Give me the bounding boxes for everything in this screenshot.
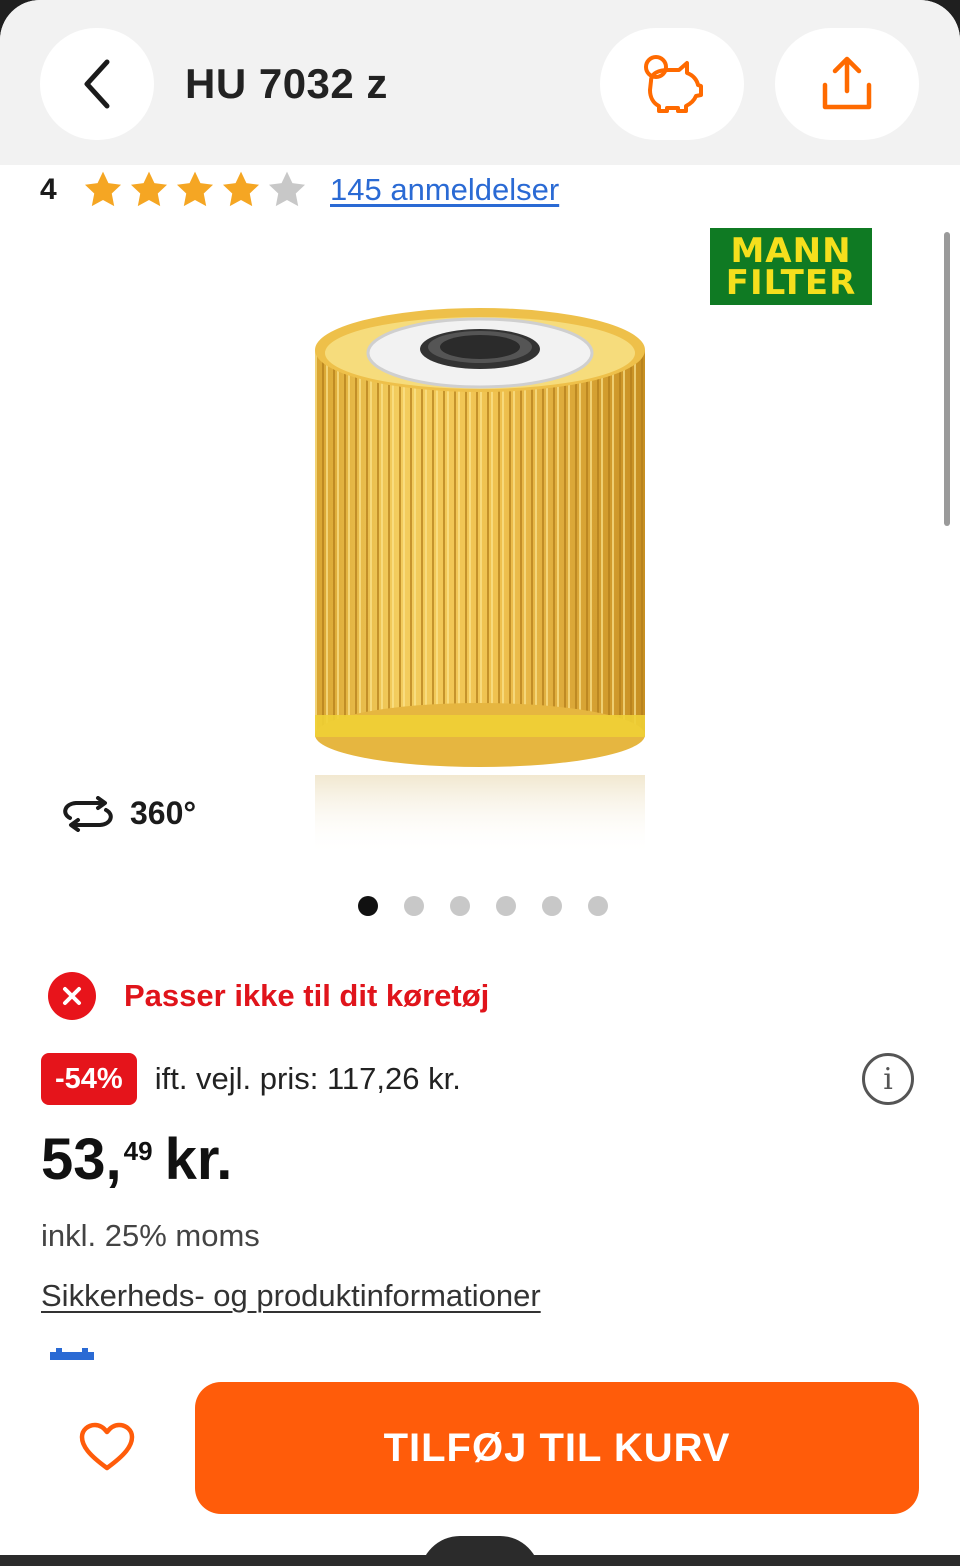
rotate-label: 360° xyxy=(130,795,197,831)
brand-logo-line2: FILTER xyxy=(725,262,857,303)
add-to-cart-button[interactable]: TILFØJ TIL KURV xyxy=(195,1382,919,1514)
star-empty-icon xyxy=(268,171,306,207)
partial-icon xyxy=(50,1348,94,1360)
star-filled-icon xyxy=(176,171,214,207)
close-circle-icon xyxy=(48,972,96,1020)
gallery-pagination xyxy=(358,896,608,916)
piggy-bank-icon xyxy=(644,55,703,113)
chevron-left-icon xyxy=(84,59,110,109)
scrollbar[interactable] xyxy=(944,232,950,526)
page-title: HU 7032 z xyxy=(185,60,388,107)
gallery-dot[interactable] xyxy=(358,896,378,916)
discount-badge: -54% xyxy=(41,1053,137,1105)
gallery-dot[interactable] xyxy=(496,896,516,916)
fitment-text: Passer ikke til dit køretøj xyxy=(124,978,490,1013)
safety-info-link[interactable]: Sikkerheds- og produktinformationer xyxy=(41,1278,541,1314)
heart-icon xyxy=(79,1422,135,1471)
back-button[interactable] xyxy=(40,28,154,140)
star-filled-icon xyxy=(84,171,122,207)
share-button[interactable] xyxy=(775,28,919,140)
favorite-button[interactable] xyxy=(70,1412,144,1482)
vat-note: inkl. 25% moms xyxy=(41,1218,260,1253)
price-cents: 49 xyxy=(123,1136,153,1166)
rating-value: 4 xyxy=(40,173,57,206)
gallery-dot[interactable] xyxy=(542,896,562,916)
product-page: HU 7032 z 4 145 anmeldelser MANN FILTER xyxy=(0,0,960,1566)
brand-logo: MANN FILTER xyxy=(710,228,872,305)
discount-row: -54% ift. vejl. pris: 117,26 kr. xyxy=(41,1053,461,1105)
star-filled-icon xyxy=(130,171,168,207)
gallery-dot[interactable] xyxy=(450,896,470,916)
savings-button[interactable] xyxy=(600,28,744,140)
price: 53, 49 kr. xyxy=(41,1128,232,1192)
gallery-dot[interactable] xyxy=(588,896,608,916)
rotate-360-button[interactable]: 360° xyxy=(60,795,196,832)
bottom-edge xyxy=(0,1555,960,1566)
rotate-icon xyxy=(63,795,113,832)
price-main: 53, xyxy=(41,1127,122,1192)
reviews-link[interactable]: 145 anmeldelser xyxy=(330,172,559,208)
top-bar: HU 7032 z xyxy=(0,0,960,165)
brand-logo-line1: MANN xyxy=(730,230,852,271)
gallery-dot[interactable] xyxy=(404,896,424,916)
recommended-price: ift. vejl. pris: 117,26 kr. xyxy=(154,1061,461,1096)
info-icon[interactable]: i xyxy=(862,1053,914,1105)
price-currency: kr. xyxy=(164,1127,233,1192)
share-icon xyxy=(822,56,872,110)
star-filled-icon xyxy=(222,171,260,207)
rating-row: 4 145 anmeldelser xyxy=(40,168,559,212)
star-rating xyxy=(82,169,308,211)
product-image-oil-filter[interactable] xyxy=(310,305,650,855)
fitment-warning: Passer ikke til dit køretøj xyxy=(48,972,489,1020)
